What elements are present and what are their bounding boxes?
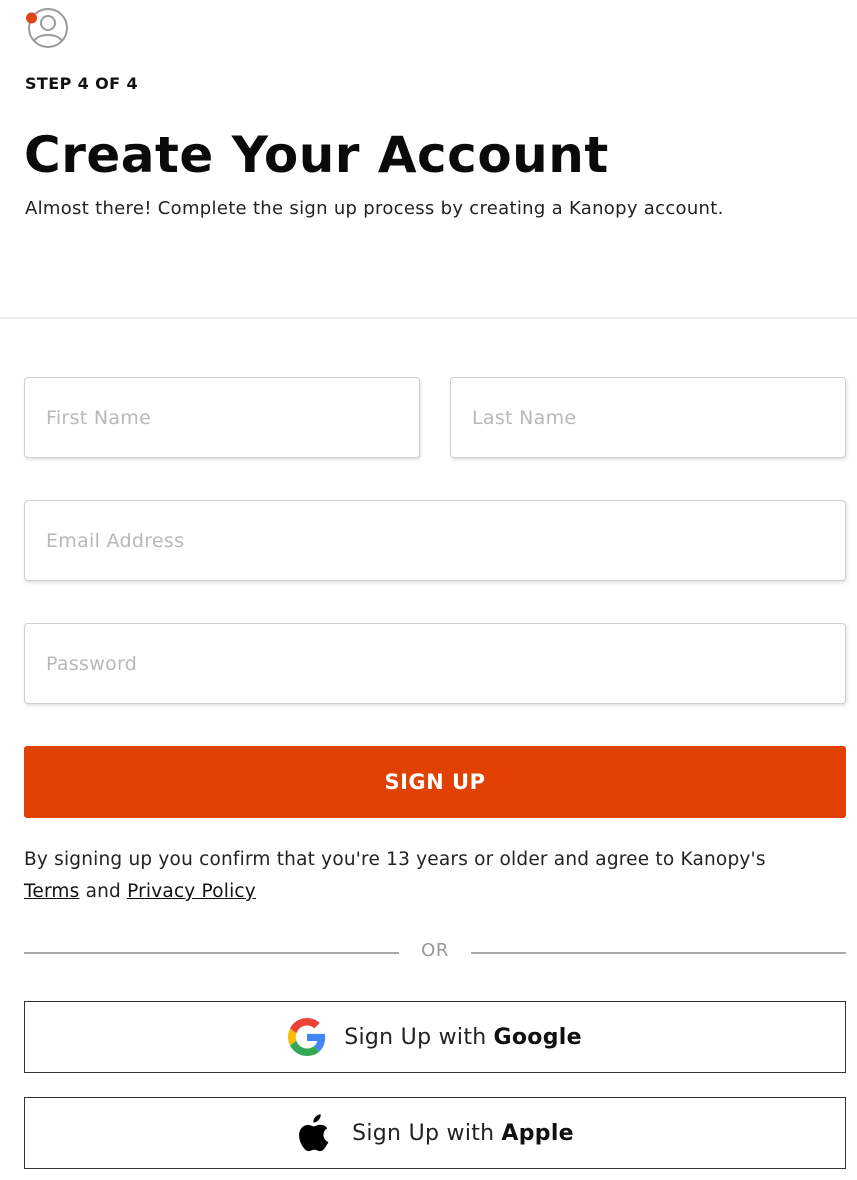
legal-notice: By signing up you confirm that you're 13…: [24, 844, 844, 908]
or-separator: OR: [24, 940, 846, 966]
step-indicator: STEP 4 OF 4: [25, 74, 139, 93]
last-name-field: [450, 377, 846, 458]
password-input[interactable]: [25, 624, 845, 703]
google-button-prefix: Sign Up with: [344, 1024, 487, 1050]
separator-line-left: [24, 952, 399, 954]
apple-icon: [296, 1114, 334, 1152]
terms-link[interactable]: Terms: [24, 881, 79, 902]
signup-page: STEP 4 OF 4 Create Your Account Almost t…: [0, 0, 857, 1180]
page-title: Create Your Account: [24, 126, 609, 184]
user-avatar-icon[interactable]: [25, 6, 69, 50]
header-divider: [0, 317, 857, 319]
legal-text: By signing up you confirm that you're 13…: [24, 849, 766, 870]
google-sign-up-button[interactable]: Sign Up with Google: [24, 1001, 846, 1073]
first-name-input[interactable]: [25, 378, 419, 457]
last-name-input[interactable]: [451, 378, 845, 457]
password-field: [24, 623, 846, 704]
email-field: [24, 500, 846, 581]
or-label: OR: [421, 940, 449, 961]
privacy-policy-link[interactable]: Privacy Policy: [127, 881, 256, 902]
first-name-field: [24, 377, 420, 458]
sign-up-button[interactable]: SIGN UP: [24, 746, 846, 818]
separator-line-right: [471, 952, 846, 954]
google-button-brand: Google: [493, 1024, 582, 1050]
email-input[interactable]: [25, 501, 845, 580]
google-icon: [288, 1018, 326, 1056]
apple-button-brand: Apple: [501, 1120, 574, 1146]
apple-sign-up-button[interactable]: Sign Up with Apple: [24, 1097, 846, 1169]
legal-and: and: [85, 881, 121, 902]
apple-button-prefix: Sign Up with: [352, 1120, 495, 1146]
page-subtitle: Almost there! Complete the sign up proce…: [25, 198, 724, 219]
